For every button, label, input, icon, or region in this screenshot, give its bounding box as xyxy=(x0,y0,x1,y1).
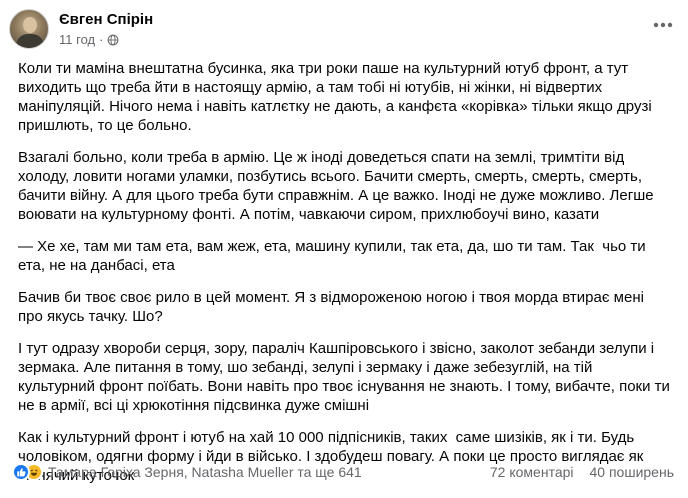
post-time[interactable]: 11 год xyxy=(59,32,95,48)
more-options-icon xyxy=(653,22,673,28)
globe-icon[interactable] xyxy=(107,34,119,46)
comments-count[interactable]: 72 коментарі xyxy=(490,464,574,480)
avatar[interactable] xyxy=(9,9,49,49)
more-options-button[interactable] xyxy=(647,9,679,41)
thumbs-up-icon xyxy=(17,468,26,477)
post-paragraph: — Хе хе, там ми там ета, вам жеж, ета, м… xyxy=(18,238,650,274)
post-paragraph: Коли ти маміна внештатна бусинка, яка тр… xyxy=(18,60,656,134)
post-paragraph: Взагалі больно, коли треба в армію. Це ж… xyxy=(18,149,658,223)
post-paragraph: І тут одразу хвороби серця, зору, паралі… xyxy=(18,340,675,414)
reactions-summary[interactable] xyxy=(12,463,44,481)
post-footer: Тамара Горіха Зерня, Natasha Mueller та … xyxy=(12,462,674,482)
post-paragraph: Бачив би твоє своє рило в цей момент. Я … xyxy=(18,289,649,325)
reactors-list[interactable]: Тамара Горіха Зерня, Natasha Mueller та … xyxy=(48,464,490,480)
post-text: Коли ти маміна внештатна бусинка, яка тр… xyxy=(18,59,672,498)
shares-count[interactable]: 40 поширень xyxy=(590,464,674,480)
post-stats: 72 коментарі 40 поширень xyxy=(490,464,674,480)
avatar-body-shape xyxy=(16,34,44,48)
author-name[interactable]: Євген Спірін xyxy=(59,11,153,29)
meta-separator: · xyxy=(99,32,104,47)
avatar-head-shape xyxy=(23,17,37,33)
like-reaction-icon xyxy=(12,463,30,481)
post-header: Євген Спірін 11 год · xyxy=(9,9,679,53)
post-meta: 11 год · xyxy=(59,32,119,48)
